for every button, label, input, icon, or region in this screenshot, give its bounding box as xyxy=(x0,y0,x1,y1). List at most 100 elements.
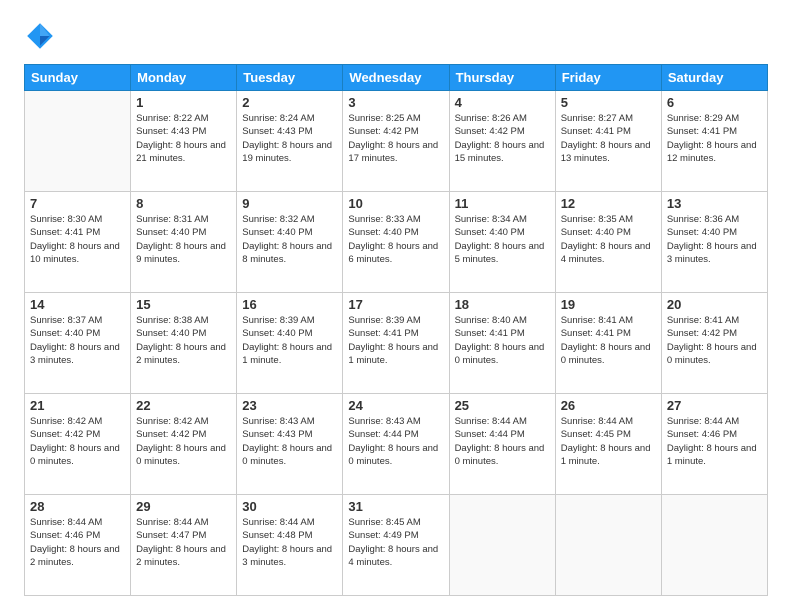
calendar-cell: 22 Sunrise: 8:42 AM Sunset: 4:42 PM Dayli… xyxy=(131,394,237,495)
day-number: 13 xyxy=(667,196,762,211)
calendar-cell: 3 Sunrise: 8:25 AM Sunset: 4:42 PM Daylig… xyxy=(343,91,449,192)
calendar-cell: 27Sunrise: 8:44 AM Sunset: 4:46 PM Dayli… xyxy=(661,394,767,495)
day-info: Sunrise: 8:36 AM Sunset: 4:40 PM Dayligh… xyxy=(667,213,762,266)
day-number: 18 xyxy=(455,297,550,312)
day-info: Sunrise: 8:32 AM Sunset: 4:40 PM Dayligh… xyxy=(242,213,337,266)
day-number: 16 xyxy=(242,297,337,312)
calendar-cell: 4 Sunrise: 8:26 AM Sunset: 4:42 PM Daylig… xyxy=(449,91,555,192)
calendar-cell: 21 Sunrise: 8:42 AM Sunset: 4:42 PM Dayli… xyxy=(25,394,131,495)
calendar-cell: 7Sunrise: 8:30 AM Sunset: 4:41 PM Daylig… xyxy=(25,192,131,293)
day-number: 19 xyxy=(561,297,656,312)
day-info: Sunrise: 8:44 AM Sunset: 4:47 PM Dayligh… xyxy=(136,516,231,569)
day-info: Sunrise: 8:43 AM Sunset: 4:44 PM Dayligh… xyxy=(348,415,443,468)
day-info: Sunrise: 8:39 AM Sunset: 4:40 PM Dayligh… xyxy=(242,314,337,367)
day-number: 30 xyxy=(242,499,337,514)
calendar-cell: 19 Sunrise: 8:41 AM Sunset: 4:41 PM Dayli… xyxy=(555,293,661,394)
day-info: Sunrise: 8:43 AM Sunset: 4:43 PM Dayligh… xyxy=(242,415,337,468)
calendar-cell: 18Sunrise: 8:40 AM Sunset: 4:41 PM Dayli… xyxy=(449,293,555,394)
day-number: 23 xyxy=(242,398,337,413)
calendar-header-row: SundayMondayTuesdayWednesdayThursdayFrid… xyxy=(25,65,768,91)
week-row-3: 14Sunrise: 8:37 AM Sunset: 4:40 PM Dayli… xyxy=(25,293,768,394)
week-row-5: 28 Sunrise: 8:44 AM Sunset: 4:46 PM Dayli… xyxy=(25,495,768,596)
day-number: 8 xyxy=(136,196,231,211)
day-number: 2 xyxy=(242,95,337,110)
calendar-cell: 11 Sunrise: 8:34 AM Sunset: 4:40 PM Dayli… xyxy=(449,192,555,293)
calendar-cell: 24Sunrise: 8:43 AM Sunset: 4:44 PM Dayli… xyxy=(343,394,449,495)
calendar-cell: 9 Sunrise: 8:32 AM Sunset: 4:40 PM Daylig… xyxy=(237,192,343,293)
day-number: 3 xyxy=(348,95,443,110)
logo-icon xyxy=(24,20,56,52)
calendar-header-thursday: Thursday xyxy=(449,65,555,91)
day-number: 17 xyxy=(348,297,443,312)
day-info: Sunrise: 8:34 AM Sunset: 4:40 PM Dayligh… xyxy=(455,213,550,266)
day-info: Sunrise: 8:44 AM Sunset: 4:45 PM Dayligh… xyxy=(561,415,656,468)
calendar-cell: 13 Sunrise: 8:36 AM Sunset: 4:40 PM Dayli… xyxy=(661,192,767,293)
calendar-header-monday: Monday xyxy=(131,65,237,91)
day-number: 31 xyxy=(348,499,443,514)
day-number: 5 xyxy=(561,95,656,110)
calendar-cell: 12 Sunrise: 8:35 AM Sunset: 4:40 PM Dayli… xyxy=(555,192,661,293)
calendar-cell xyxy=(661,495,767,596)
week-row-1: 1Sunrise: 8:22 AM Sunset: 4:43 PM Daylig… xyxy=(25,91,768,192)
logo xyxy=(24,20,60,52)
day-info: Sunrise: 8:27 AM Sunset: 4:41 PM Dayligh… xyxy=(561,112,656,165)
day-info: Sunrise: 8:41 AM Sunset: 4:41 PM Dayligh… xyxy=(561,314,656,367)
day-info: Sunrise: 8:31 AM Sunset: 4:40 PM Dayligh… xyxy=(136,213,231,266)
day-info: Sunrise: 8:26 AM Sunset: 4:42 PM Dayligh… xyxy=(455,112,550,165)
calendar-cell: 31 Sunrise: 8:45 AM Sunset: 4:49 PM Dayli… xyxy=(343,495,449,596)
calendar-cell: 10 Sunrise: 8:33 AM Sunset: 4:40 PM Dayli… xyxy=(343,192,449,293)
day-number: 25 xyxy=(455,398,550,413)
calendar-cell: 17 Sunrise: 8:39 AM Sunset: 4:41 PM Dayli… xyxy=(343,293,449,394)
calendar-cell: 8 Sunrise: 8:31 AM Sunset: 4:40 PM Daylig… xyxy=(131,192,237,293)
page: SundayMondayTuesdayWednesdayThursdayFrid… xyxy=(0,0,792,612)
calendar-cell: 5 Sunrise: 8:27 AM Sunset: 4:41 PM Daylig… xyxy=(555,91,661,192)
day-number: 12 xyxy=(561,196,656,211)
day-number: 1 xyxy=(136,95,231,110)
day-info: Sunrise: 8:33 AM Sunset: 4:40 PM Dayligh… xyxy=(348,213,443,266)
day-number: 9 xyxy=(242,196,337,211)
calendar-cell xyxy=(449,495,555,596)
header xyxy=(24,20,768,52)
day-info: Sunrise: 8:39 AM Sunset: 4:41 PM Dayligh… xyxy=(348,314,443,367)
day-info: Sunrise: 8:29 AM Sunset: 4:41 PM Dayligh… xyxy=(667,112,762,165)
calendar-cell: 29 Sunrise: 8:44 AM Sunset: 4:47 PM Dayli… xyxy=(131,495,237,596)
day-number: 27 xyxy=(667,398,762,413)
calendar-cell: 26Sunrise: 8:44 AM Sunset: 4:45 PM Dayli… xyxy=(555,394,661,495)
calendar-header-wednesday: Wednesday xyxy=(343,65,449,91)
day-info: Sunrise: 8:35 AM Sunset: 4:40 PM Dayligh… xyxy=(561,213,656,266)
calendar-cell: 2 Sunrise: 8:24 AM Sunset: 4:43 PM Daylig… xyxy=(237,91,343,192)
day-info: Sunrise: 8:30 AM Sunset: 4:41 PM Dayligh… xyxy=(30,213,125,266)
day-info: Sunrise: 8:42 AM Sunset: 4:42 PM Dayligh… xyxy=(30,415,125,468)
day-number: 29 xyxy=(136,499,231,514)
calendar-header-tuesday: Tuesday xyxy=(237,65,343,91)
calendar-table: SundayMondayTuesdayWednesdayThursdayFrid… xyxy=(24,64,768,596)
day-info: Sunrise: 8:44 AM Sunset: 4:48 PM Dayligh… xyxy=(242,516,337,569)
week-row-4: 21 Sunrise: 8:42 AM Sunset: 4:42 PM Dayli… xyxy=(25,394,768,495)
day-number: 28 xyxy=(30,499,125,514)
calendar-cell: 16 Sunrise: 8:39 AM Sunset: 4:40 PM Dayli… xyxy=(237,293,343,394)
day-info: Sunrise: 8:44 AM Sunset: 4:44 PM Dayligh… xyxy=(455,415,550,468)
calendar-cell: 23 Sunrise: 8:43 AM Sunset: 4:43 PM Dayli… xyxy=(237,394,343,495)
day-number: 4 xyxy=(455,95,550,110)
day-info: Sunrise: 8:45 AM Sunset: 4:49 PM Dayligh… xyxy=(348,516,443,569)
day-number: 11 xyxy=(455,196,550,211)
day-info: Sunrise: 8:44 AM Sunset: 4:46 PM Dayligh… xyxy=(30,516,125,569)
calendar-cell xyxy=(555,495,661,596)
day-number: 22 xyxy=(136,398,231,413)
day-info: Sunrise: 8:42 AM Sunset: 4:42 PM Dayligh… xyxy=(136,415,231,468)
day-number: 14 xyxy=(30,297,125,312)
calendar-cell: 6Sunrise: 8:29 AM Sunset: 4:41 PM Daylig… xyxy=(661,91,767,192)
day-info: Sunrise: 8:24 AM Sunset: 4:43 PM Dayligh… xyxy=(242,112,337,165)
calendar-cell xyxy=(25,91,131,192)
day-number: 15 xyxy=(136,297,231,312)
week-row-2: 7Sunrise: 8:30 AM Sunset: 4:41 PM Daylig… xyxy=(25,192,768,293)
calendar-cell: 28 Sunrise: 8:44 AM Sunset: 4:46 PM Dayli… xyxy=(25,495,131,596)
day-number: 10 xyxy=(348,196,443,211)
calendar-cell: 20Sunrise: 8:41 AM Sunset: 4:42 PM Dayli… xyxy=(661,293,767,394)
calendar-header-sunday: Sunday xyxy=(25,65,131,91)
calendar-header-friday: Friday xyxy=(555,65,661,91)
calendar-cell: 1Sunrise: 8:22 AM Sunset: 4:43 PM Daylig… xyxy=(131,91,237,192)
calendar-cell: 30 Sunrise: 8:44 AM Sunset: 4:48 PM Dayli… xyxy=(237,495,343,596)
day-number: 21 xyxy=(30,398,125,413)
day-info: Sunrise: 8:25 AM Sunset: 4:42 PM Dayligh… xyxy=(348,112,443,165)
